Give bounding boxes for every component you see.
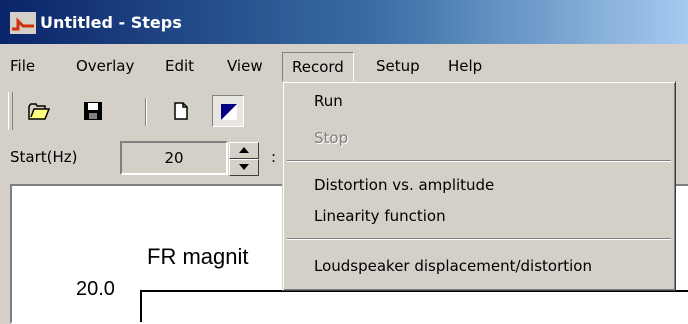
- menu-item-linearity-function[interactable]: Linearity function: [314, 205, 446, 227]
- menu-overlay[interactable]: Overlay: [76, 56, 134, 76]
- steps-app-icon: [10, 12, 36, 34]
- triangle-mode-icon: [221, 104, 237, 120]
- title-bar: Untitled - Steps: [0, 0, 688, 44]
- menu-view[interactable]: View: [227, 56, 263, 76]
- spin-down-arrow-icon: [239, 164, 249, 170]
- start-hz-field[interactable]: 20: [120, 141, 228, 175]
- menu-separator: [287, 160, 671, 162]
- menu-separator: [287, 238, 671, 240]
- plot-frame: [140, 290, 688, 322]
- toolbar-separator: [145, 98, 147, 126]
- plot-title: FR magnit: [147, 244, 249, 269]
- plot-y-tick: 20.0: [76, 278, 115, 300]
- menu-item-run[interactable]: Run: [314, 90, 343, 112]
- open-folder-icon: [28, 103, 50, 120]
- menu-file[interactable]: File: [10, 56, 35, 76]
- save-disk-icon: [84, 102, 102, 120]
- menu-item-stop[interactable]: Stop: [314, 127, 348, 149]
- record-dropdown-menu: Run Stop Distortion vs. amplitude Linear…: [282, 81, 676, 291]
- toolbar-grip[interactable]: [8, 92, 13, 130]
- new-document-icon: [174, 102, 188, 120]
- save-button[interactable]: [77, 95, 109, 127]
- menu-item-loudspeaker-displacement-distortion[interactable]: Loudspeaker displacement/distortion: [314, 255, 592, 277]
- next-field-label-fragment: :: [271, 148, 277, 166]
- menu-record[interactable]: Record: [282, 52, 354, 82]
- start-hz-label: Start(Hz): [10, 148, 78, 166]
- menu-edit[interactable]: Edit: [165, 56, 194, 76]
- window-title: Untitled - Steps: [40, 13, 182, 32]
- menu-item-distortion-vs-amplitude[interactable]: Distortion vs. amplitude: [314, 174, 494, 196]
- open-button[interactable]: [22, 95, 54, 127]
- menu-help[interactable]: Help: [448, 56, 482, 76]
- start-hz-spin-up[interactable]: [229, 142, 259, 159]
- start-hz-spin-down[interactable]: [229, 159, 259, 176]
- spin-up-arrow-icon: [239, 147, 249, 153]
- menu-setup[interactable]: Setup: [376, 56, 420, 76]
- new-document-button[interactable]: [165, 95, 197, 127]
- triangle-mode-button[interactable]: [212, 95, 244, 127]
